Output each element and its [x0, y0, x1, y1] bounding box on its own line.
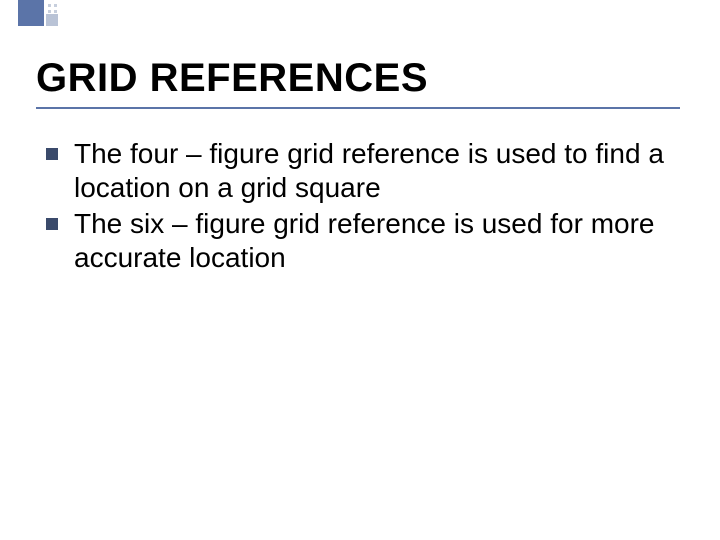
decoration-square-large	[18, 0, 44, 26]
title-divider	[36, 107, 680, 109]
bullet-item: The six – figure grid reference is used …	[44, 207, 680, 275]
slide-title: GRID REFERENCES	[36, 56, 680, 101]
bullet-list: The four – figure grid reference is used…	[36, 137, 680, 276]
corner-decoration	[0, 0, 110, 40]
decoration-square-small	[46, 14, 58, 26]
bullet-item: The four – figure grid reference is used…	[44, 137, 680, 205]
slide-content: GRID REFERENCES The four – figure grid r…	[0, 0, 720, 276]
